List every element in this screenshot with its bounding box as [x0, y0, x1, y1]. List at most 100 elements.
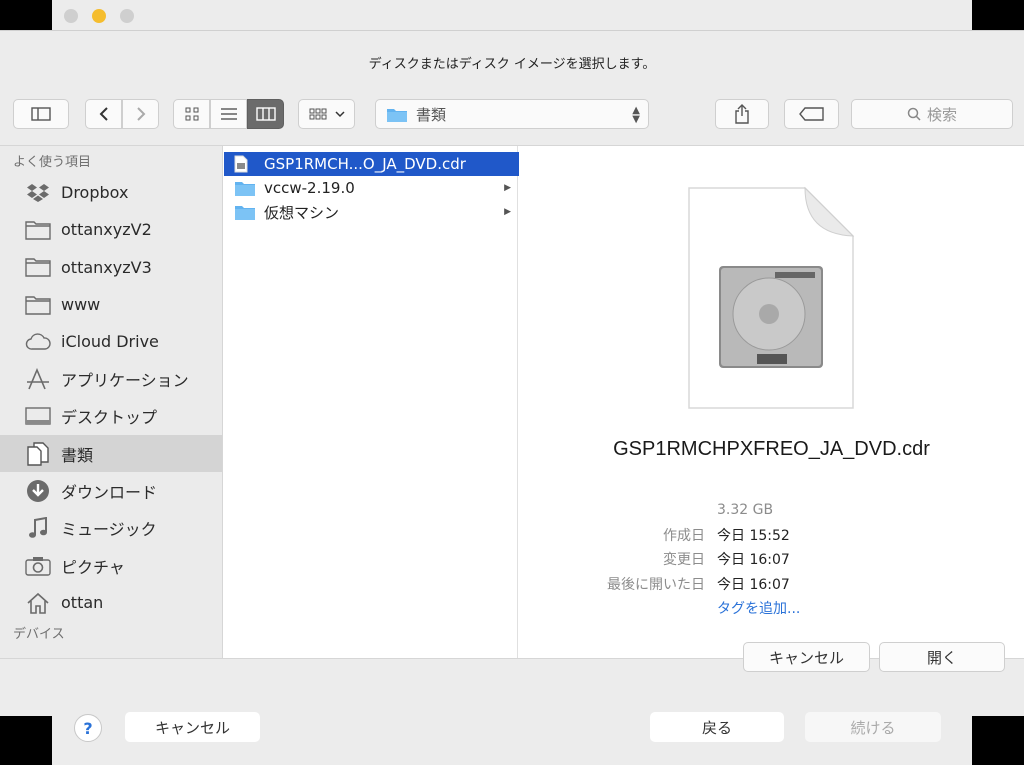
grid-arrange-icon [309, 108, 326, 120]
column-view-button[interactable] [247, 99, 284, 129]
tag-icon [798, 107, 824, 121]
folder-row-virtual-machines[interactable]: 仮想マシン ▶ [224, 200, 517, 224]
folder-icon [24, 293, 52, 317]
icon-view-icon [185, 107, 198, 121]
sidebar-item-desktop[interactable]: デスクトップ [0, 398, 222, 435]
applications-icon [24, 367, 52, 391]
close-window-button[interactable] [64, 9, 78, 23]
sidebar-item-label: アプリケーション [61, 371, 189, 391]
sidebar-item-ottanxyzv2[interactable]: ottanxyzV2 [0, 211, 222, 248]
home-icon [24, 591, 52, 615]
background-back-button[interactable]: 戻る [650, 712, 784, 742]
dropbox-icon [24, 181, 52, 205]
search-icon [907, 107, 921, 121]
sidebar-item-label: デスクトップ [61, 408, 158, 428]
add-tags-link[interactable]: タグを追加... [717, 598, 800, 618]
file-size: 3.32 GB [717, 502, 774, 519]
folder-icon [234, 203, 256, 221]
sidebar-item-label: Dropbox [61, 183, 129, 203]
sidebar-item-label: 書類 [61, 445, 94, 465]
folder-icon [234, 179, 256, 197]
sidebar-item-label: ottanxyzV3 [61, 257, 152, 277]
minimize-window-button[interactable] [92, 9, 106, 23]
panel-toolbar: 書類 ▲ ▼ 検索 [0, 99, 1024, 133]
sidebar-heading-devices: デバイス [13, 626, 65, 642]
folder-icon [24, 255, 52, 279]
cancel-button[interactable]: キャンセル [743, 642, 870, 672]
sidebar: よく使う項目 Dropbox ottanxyzV2 ottanxyzV3 www… [0, 146, 223, 658]
sidebar-item-label: ottan [61, 593, 104, 613]
browser-column: GSP1RMCH...O_JA_DVD.cdr vccw-2.19.0 ▶ 仮想… [224, 146, 519, 658]
modified-value: 今日 16:07 [717, 552, 790, 569]
sidebar-item-icloud-drive[interactable]: iCloud Drive [0, 323, 222, 360]
preview-filename: GSP1RMCHPXFREO_JA_DVD.cdr [613, 438, 930, 460]
sidebar-item-music[interactable]: ミュージック [0, 510, 222, 547]
open-panel-sheet: ディスクまたはディスク イメージを選択します。 書類 ▲ ▼ 検索 よく使う項目… [0, 30, 1024, 716]
modified-label: 変更日 [663, 552, 705, 569]
open-button[interactable]: 開く [879, 642, 1005, 672]
sidebar-item-ottan[interactable]: ottan [0, 584, 222, 621]
folder-icon [387, 108, 407, 122]
chevron-right-icon [136, 107, 145, 121]
disclosure-arrow-icon: ▶ [504, 207, 511, 217]
disk-image-file-icon [688, 186, 855, 409]
forward-button[interactable] [122, 99, 159, 129]
folder-icon [24, 218, 52, 242]
sidebar-item-label: www [61, 295, 101, 315]
folder-row-vccw[interactable]: vccw-2.19.0 ▶ [224, 176, 517, 200]
panel-prompt: ディスクまたはディスク イメージを選択します。 [368, 57, 656, 72]
path-popup[interactable]: 書類 ▲ ▼ [375, 99, 649, 129]
help-button[interactable]: ? [74, 714, 102, 742]
disclosure-arrow-icon: ▶ [504, 183, 511, 193]
icon-view-button[interactable] [173, 99, 210, 129]
desktop-icon [24, 404, 52, 428]
share-button[interactable] [715, 99, 769, 129]
document-file-icon [234, 155, 256, 173]
sidebar-item-label: iCloud Drive [61, 332, 159, 352]
last-opened-value: 今日 16:07 [717, 576, 790, 593]
preview-pane: GSP1RMCHPXFREO_JA_DVD.cdr 3.32 GB 作成日 今日… [519, 146, 1024, 658]
download-icon [24, 479, 52, 503]
sidebar-item-label: ピクチャ [61, 557, 125, 577]
sidebar-item-documents[interactable]: 書類 [0, 435, 222, 473]
sidebar-item-label: ミュージック [61, 520, 157, 540]
search-field[interactable]: 検索 [851, 99, 1013, 129]
sidebar-toggle-icon [31, 107, 51, 121]
search-placeholder: 検索 [926, 105, 957, 124]
created-label: 作成日 [663, 527, 705, 544]
arrange-menu-button[interactable] [298, 99, 355, 129]
cloud-icon [24, 330, 52, 354]
camera-icon [24, 554, 52, 578]
sidebar-item-www[interactable]: www [0, 286, 222, 323]
folder-row-label: vccw-2.19.0 [264, 179, 355, 197]
created-value: 今日 15:52 [717, 527, 790, 544]
tags-button[interactable] [784, 99, 839, 129]
sidebar-item-ottanxyzv3[interactable]: ottanxyzV3 [0, 249, 222, 286]
sidebar-item-downloads[interactable]: ダウンロード [0, 472, 222, 509]
background-continue-button[interactable]: 続ける [805, 712, 941, 742]
file-row-cdr[interactable]: GSP1RMCH...O_JA_DVD.cdr [224, 152, 519, 176]
zoom-window-button[interactable] [120, 9, 134, 23]
background-cancel-button[interactable]: キャンセル [125, 712, 260, 742]
up-down-arrows-icon: ▲ ▼ [632, 105, 640, 125]
column-view-icon [255, 107, 276, 121]
chevron-down-icon [334, 111, 345, 118]
share-icon [735, 104, 749, 124]
last-opened-label: 最後に開いた日 [607, 576, 705, 593]
path-popup-label: 書類 [416, 105, 447, 124]
sidebar-toggle-button[interactable] [13, 99, 69, 129]
sidebar-item-applications[interactable]: アプリケーション [0, 360, 222, 397]
music-icon [24, 516, 52, 540]
folder-row-label: 仮想マシン [264, 203, 340, 222]
sidebar-item-dropbox[interactable]: Dropbox [0, 174, 222, 211]
chevron-left-icon [99, 107, 108, 121]
file-row-label: GSP1RMCH...O_JA_DVD.cdr [264, 155, 466, 173]
sidebar-heading-favorites: よく使う項目 [13, 155, 92, 170]
sidebar-item-pictures[interactable]: ピクチャ [0, 547, 222, 584]
list-view-icon [220, 108, 237, 120]
back-button[interactable] [85, 99, 122, 129]
preview-metadata: 3.32 GB 作成日 今日 15:52 変更日 今日 16:07 最後に開いた… [519, 498, 1024, 621]
list-view-button[interactable] [210, 99, 247, 129]
sidebar-item-label: ダウンロード [61, 483, 158, 503]
sidebar-item-label: ottanxyzV2 [61, 220, 152, 240]
